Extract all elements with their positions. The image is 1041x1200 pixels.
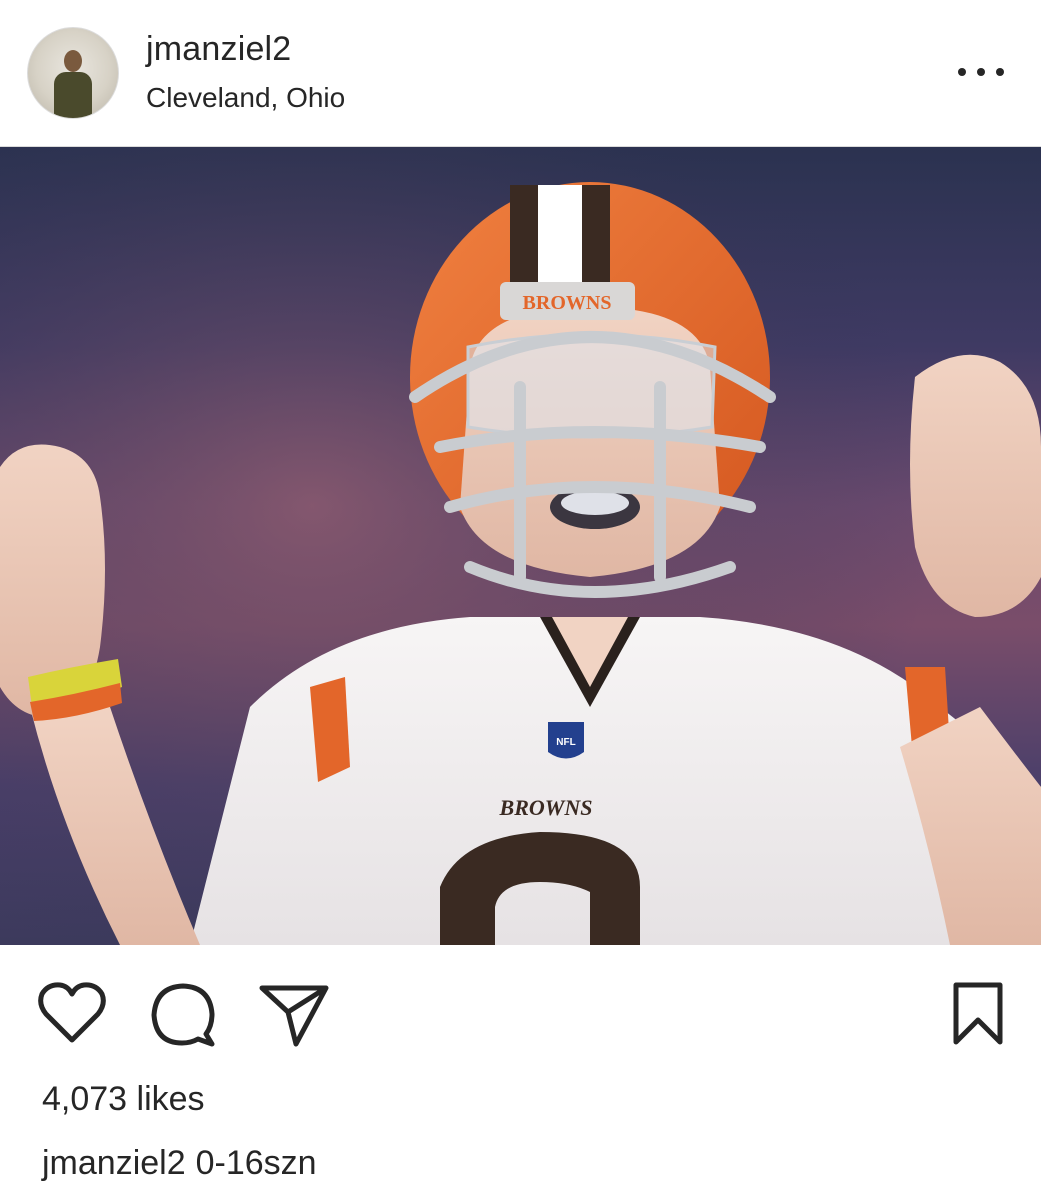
post-caption: jmanziel2 0-16szn — [42, 1144, 317, 1183]
avatar-figure-body — [54, 72, 92, 118]
caption-text: 0-16szn — [195, 1144, 317, 1182]
post-header: jmanziel2 Cleveland, Ohio — [0, 0, 1041, 146]
photo-illustration: BROWNS NFL BROWNS — [0, 147, 1041, 945]
comment-icon[interactable] — [150, 982, 218, 1048]
bookmark-icon[interactable] — [952, 982, 1004, 1046]
avatar-figure-head — [64, 50, 82, 72]
post-username[interactable]: jmanziel2 — [146, 30, 291, 69]
heart-icon[interactable] — [38, 982, 106, 1046]
caption-username[interactable]: jmanziel2 — [42, 1144, 186, 1182]
post-photo[interactable]: BROWNS NFL BROWNS — [0, 146, 1041, 945]
more-dot — [958, 68, 966, 76]
helmet-text: BROWNS — [523, 292, 612, 314]
paper-plane-icon[interactable] — [258, 982, 330, 1048]
more-dot — [996, 68, 1004, 76]
action-bar — [0, 944, 1041, 1054]
post-location[interactable]: Cleveland, Ohio — [146, 82, 345, 114]
nfl-badge-text: NFL — [556, 737, 575, 748]
profile-avatar[interactable] — [27, 27, 119, 119]
likes-count[interactable]: 4,073 likes — [42, 1080, 205, 1119]
more-dot — [977, 68, 985, 76]
more-options-icon[interactable] — [958, 58, 1004, 86]
jersey-text: BROWNS — [499, 795, 593, 820]
